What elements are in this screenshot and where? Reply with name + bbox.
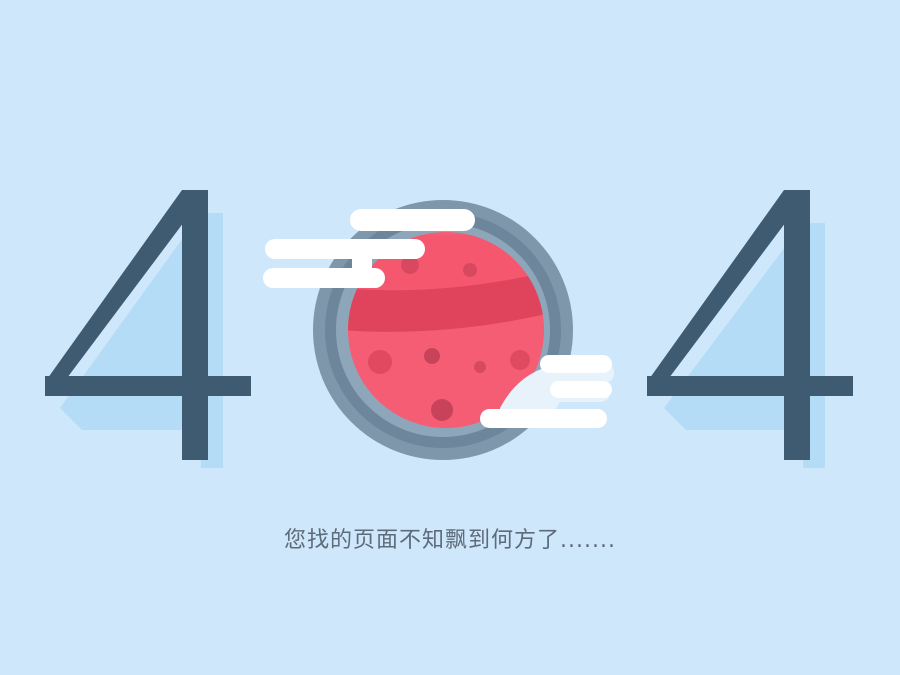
illustration-404	[45, 190, 853, 468]
digit-four-left	[45, 190, 251, 468]
error-message: 您找的页面不知飘到何方了.......	[284, 528, 616, 553]
digit-four-right	[647, 190, 853, 468]
